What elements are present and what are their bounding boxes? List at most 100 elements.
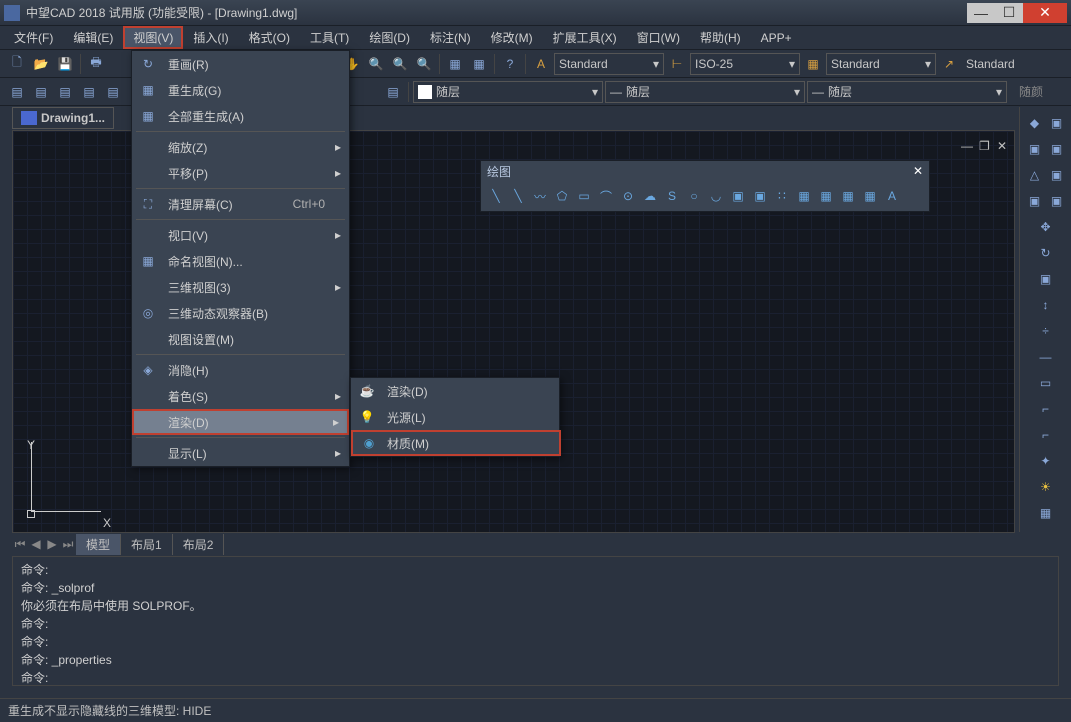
layer2-icon[interactable]: ▤ — [30, 81, 52, 103]
help-icon[interactable]: ? — [499, 53, 521, 75]
menu-render[interactable]: 渲染(D)▸ — [132, 409, 349, 435]
text-icon[interactable]: A — [883, 187, 901, 205]
layout-last-icon[interactable]: ⏭ — [60, 536, 76, 552]
menu-pan[interactable]: 平移(P)▸ — [132, 160, 349, 186]
tool-6-icon[interactable]: ▣ — [1047, 165, 1067, 185]
layout-prev-icon[interactable]: ◀ — [28, 536, 44, 552]
menu-insert[interactable]: 插入(I) — [183, 26, 238, 49]
point-icon[interactable]: ∷ — [773, 187, 791, 205]
menu-tools[interactable]: 工具(T) — [300, 26, 359, 49]
tool-rotate-icon[interactable]: ↻ — [1036, 243, 1056, 263]
menu-shade[interactable]: 着色(S)▸ — [132, 383, 349, 409]
menu-hide[interactable]: ◈消隐(H) — [132, 357, 349, 383]
layer-state-icon[interactable]: ▤ — [382, 81, 404, 103]
mleaderstyle-icon[interactable]: ↗ — [938, 53, 960, 75]
mleaderstyle-combo[interactable]: Standard — [962, 53, 1052, 75]
line-icon[interactable]: ╲ — [487, 187, 505, 205]
menu-display[interactable]: 显示(L)▸ — [132, 440, 349, 466]
spline-icon[interactable]: S — [663, 187, 681, 205]
tool-break-icon[interactable]: ▭ — [1036, 373, 1056, 393]
color-combo[interactable]: 随层 ▾ — [413, 81, 603, 103]
layout-next-icon[interactable]: ▶ — [44, 536, 60, 552]
properties-icon[interactable]: ▦ — [444, 53, 466, 75]
circle-icon[interactable]: ⊙ — [619, 187, 637, 205]
menu-draw[interactable]: 绘图(D) — [359, 26, 420, 49]
linetype-combo[interactable]: — 随层 ▾ — [605, 81, 805, 103]
submenu-render[interactable]: ☕渲染(D) — [351, 378, 561, 404]
dimstyle-icon[interactable]: ⊢ — [666, 53, 688, 75]
command-panel[interactable]: 命令: 命令: _solprof 你必须在布局中使用 SOLPROF。 命令: … — [12, 556, 1059, 686]
menu-format[interactable]: 格式(O) — [239, 26, 300, 49]
insert-block-icon[interactable]: ▣ — [729, 187, 747, 205]
menu-namedview[interactable]: ▦命名视图(N)... — [132, 248, 349, 274]
menu-viewset[interactable]: 视图设置(M) — [132, 326, 349, 352]
menu-view[interactable]: 视图(V) — [123, 26, 183, 49]
tool-5-icon[interactable]: △ — [1025, 165, 1045, 185]
make-block-icon[interactable]: ▣ — [751, 187, 769, 205]
zoom-window-icon[interactable]: 🔍 — [413, 53, 435, 75]
region-icon[interactable]: ▦ — [839, 187, 857, 205]
tool-3-icon[interactable]: ▣ — [1025, 139, 1045, 159]
polygon-icon[interactable]: ⬠ — [553, 187, 571, 205]
textstyle-icon[interactable]: A — [530, 53, 552, 75]
tool-shade-icon[interactable]: ▦ — [1036, 503, 1056, 523]
layer-icon[interactable]: ▤ — [6, 81, 28, 103]
tab-model[interactable]: 模型 — [76, 534, 121, 555]
ray-icon[interactable]: ╲ — [509, 187, 527, 205]
print-icon[interactable]: 🖶 — [85, 53, 107, 75]
menu-viewport[interactable]: 视口(V)▸ — [132, 222, 349, 248]
polyline-icon[interactable]: 〰 — [531, 187, 549, 205]
rectangle-icon[interactable]: ▭ — [575, 187, 593, 205]
tool-scale-icon[interactable]: ▣ — [1036, 269, 1056, 289]
tool-chamfer-icon[interactable]: ⌐ — [1036, 425, 1056, 445]
tablestyle-icon[interactable]: ▦ — [802, 53, 824, 75]
close-button[interactable]: ✕ — [1023, 3, 1067, 23]
doc-tab[interactable]: Drawing1... — [12, 107, 114, 129]
submenu-light[interactable]: 💡光源(L) — [351, 404, 561, 430]
table-icon[interactable]: ▦ — [861, 187, 879, 205]
minimize-button[interactable]: — — [967, 3, 995, 23]
tab-layout1[interactable]: 布局1 — [121, 534, 173, 555]
layer3-icon[interactable]: ▤ — [54, 81, 76, 103]
tab-layout2[interactable]: 布局2 — [173, 534, 225, 555]
tool-fillet-icon[interactable]: ⌐ — [1036, 399, 1056, 419]
layer5-icon[interactable]: ▤ — [102, 81, 124, 103]
arc-icon[interactable]: ⌒ — [597, 187, 615, 205]
tool-trim-icon[interactable]: ÷ — [1036, 321, 1056, 341]
gradient-icon[interactable]: ▦ — [817, 187, 835, 205]
tool-stretch-icon[interactable]: ↕ — [1036, 295, 1056, 315]
ellipse-arc-icon[interactable]: ◡ — [707, 187, 725, 205]
mdi-minimize-button[interactable]: — — [961, 139, 975, 153]
revcloud-icon[interactable]: ☁ — [641, 187, 659, 205]
float-panel-close-icon[interactable]: ✕ — [913, 164, 923, 178]
menu-help[interactable]: 帮助(H) — [690, 26, 751, 49]
menu-cleanscreen[interactable]: ⛶清理屏幕(C)Ctrl+0 — [132, 191, 349, 217]
menu-orbit3d[interactable]: ◎三维动态观察器(B) — [132, 300, 349, 326]
dimstyle-combo[interactable]: ISO-25 ▾ — [690, 53, 800, 75]
lineweight-combo[interactable]: — 随层 ▾ — [807, 81, 1007, 103]
menu-edit[interactable]: 编辑(E) — [63, 26, 123, 49]
textstyle-combo[interactable]: Standard ▾ — [554, 53, 664, 75]
menu-modify[interactable]: 修改(M) — [481, 26, 543, 49]
open-icon[interactable]: 📂 — [30, 53, 52, 75]
submenu-material[interactable]: ◉材质(M) — [351, 430, 561, 456]
menu-dimension[interactable]: 标注(N) — [420, 26, 481, 49]
zoom-icon[interactable]: 🔍 — [365, 53, 387, 75]
zoom-prev-icon[interactable]: 🔍 — [389, 53, 411, 75]
menu-view3d[interactable]: 三维视图(3)▸ — [132, 274, 349, 300]
ellipse-icon[interactable]: ○ — [685, 187, 703, 205]
tablestyle-combo[interactable]: Standard ▾ — [826, 53, 936, 75]
layout-first-icon[interactable]: ⏮ — [12, 536, 28, 552]
menu-app[interactable]: APP+ — [751, 26, 802, 49]
tool-4-icon[interactable]: ▣ — [1047, 139, 1067, 159]
menu-redraw[interactable]: ↻重画(R) — [132, 51, 349, 77]
tool-explode-icon[interactable]: ✦ — [1036, 451, 1056, 471]
save-icon[interactable]: 💾 — [54, 53, 76, 75]
menu-file[interactable]: 文件(F) — [4, 26, 63, 49]
tool-extend-icon[interactable]: — — [1036, 347, 1056, 367]
maximize-button[interactable]: ☐ — [995, 3, 1023, 23]
float-panel-header[interactable]: 绘图 ✕ — [481, 161, 929, 181]
menu-zoom[interactable]: 缩放(Z)▸ — [132, 134, 349, 160]
menu-regenall[interactable]: ▦全部重生成(A) — [132, 103, 349, 129]
layer4-icon[interactable]: ▤ — [78, 81, 100, 103]
